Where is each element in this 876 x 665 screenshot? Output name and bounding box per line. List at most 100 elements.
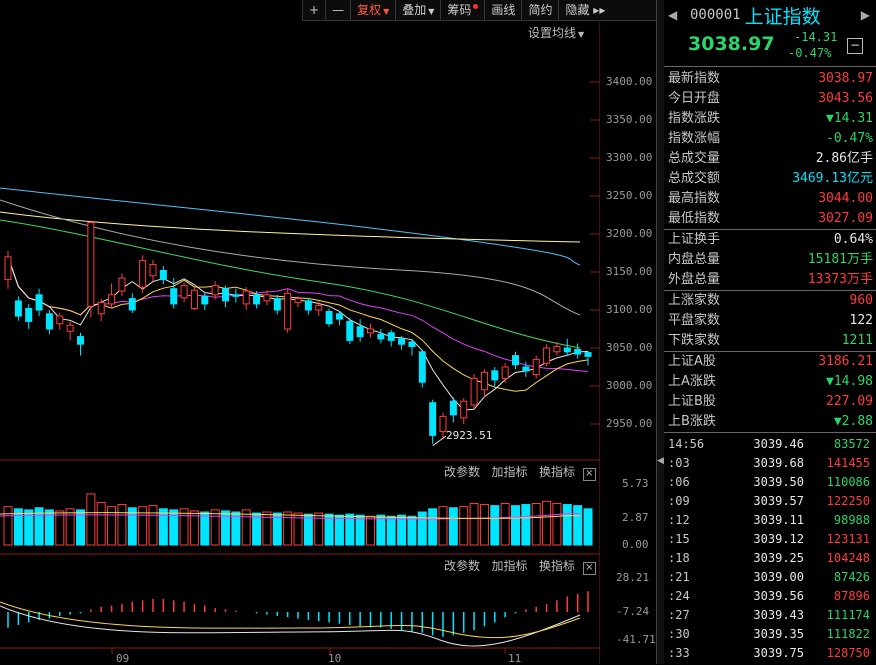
hide-label: 隐藏 (565, 3, 590, 17)
volume-add-indicator-button[interactable]: 加指标 (491, 465, 527, 479)
zoom-in-button[interactable]: + (302, 0, 325, 20)
tick-row[interactable]: :09 3039.57 122250 (664, 492, 876, 511)
quote-label: 指数涨幅 (668, 131, 721, 146)
y-axis-tick-label: 3300.00 (606, 151, 653, 164)
close-icon[interactable]: × (582, 468, 596, 481)
x-axis-label-oct: 10 (328, 652, 342, 665)
quote-label: 上B涨跌 (668, 414, 716, 429)
volume-bar (158, 508, 168, 546)
tick-row[interactable]: :12 3039.11 98988 (664, 511, 876, 530)
volume-param-button[interactable]: 改参数 (444, 465, 480, 479)
quote-row: 上涨家数 960 (664, 291, 876, 311)
quote-value: 3043.56 (818, 91, 873, 106)
tick-row[interactable]: :30 3039.35 111822 (664, 625, 876, 644)
volume-bar (531, 502, 541, 546)
volume-bar (148, 505, 158, 546)
ma-setting-label: 设置均线 (528, 26, 577, 40)
toggle-minimize-button[interactable]: − (847, 38, 863, 54)
tick-row[interactable]: :03 3039.68 141455 (664, 454, 876, 473)
tick-row[interactable]: :06 3039.50 110086 (664, 473, 876, 492)
volume-bar (200, 511, 210, 546)
collapse-arrow-icon[interactable]: ◀ (657, 454, 664, 468)
tick-row[interactable]: :15 3039.12 123131 (664, 530, 876, 549)
ma-setting-button[interactable]: 设置均线 ▼ (528, 24, 584, 41)
volume-bar (448, 507, 458, 546)
candle-body (232, 294, 240, 297)
quote-value: ▼14.98 (826, 374, 873, 389)
tick-row[interactable]: 14:56 3039.46 83572 (664, 435, 876, 454)
fuquan-button[interactable]: 复权 ▼ (350, 0, 395, 20)
volume-bar (13, 508, 23, 546)
draw-line-button[interactable]: 画线 (484, 0, 521, 20)
y-axis-tick-label: 5.73 (622, 477, 649, 490)
volume-bar (376, 514, 386, 546)
quote-value: ▼14.31 (826, 111, 873, 126)
y-axis-tick-label: 3200.00 (606, 227, 653, 240)
next-security-icon[interactable]: ▶ (861, 8, 870, 22)
tick-list[interactable]: 14:56 3039.46 83572:03 3039.68 141455:06 3039… (664, 432, 876, 663)
volume-bar (573, 505, 583, 546)
quote-row: 上证换手 0.64% (664, 230, 876, 250)
quote-value: 227.09 (826, 394, 873, 409)
macd-param-button[interactable]: 改参数 (444, 559, 480, 573)
quote-row: 总成交额 3469.13亿元 (664, 169, 876, 189)
quote-row: 上证A股 3186.21 (664, 352, 876, 372)
volume-switch-indicator-button[interactable]: 换指标 (539, 465, 575, 479)
tick-row[interactable]: :27 3039.43 111174 (664, 606, 876, 625)
candle-body (211, 285, 219, 296)
volume-bar (169, 509, 179, 546)
quote-label: 最新指数 (668, 71, 721, 86)
macd-switch-indicator-button[interactable]: 换指标 (539, 559, 575, 573)
candle-body (139, 260, 147, 288)
tick-row[interactable]: :24 3039.56 87896 (664, 587, 876, 606)
notification-dot-icon (473, 4, 479, 9)
y-axis-tick-label: 3150.00 (606, 265, 653, 278)
candle-body (563, 347, 571, 353)
chip-button[interactable]: 筹码 (440, 0, 484, 20)
volume-bar (562, 504, 572, 546)
y-axis-tick-label: -7.24 (616, 605, 650, 618)
quote-value: 960 (849, 293, 873, 308)
y-axis-tick-label: 3350.00 (606, 113, 653, 126)
close-icon[interactable]: × (582, 562, 596, 575)
quote-row: 指数涨跌 ▼14.31 (664, 109, 876, 129)
candle-body (449, 400, 457, 416)
tick-volume: 141455 (826, 456, 870, 470)
candle-body (180, 285, 188, 299)
volume-bar (490, 505, 500, 546)
quote-value: 13373万手 (807, 272, 873, 287)
candle-body (108, 294, 116, 305)
candle-body (480, 371, 488, 391)
tick-row[interactable]: :33 3039.75 128750 (664, 644, 876, 663)
candle-body (56, 315, 64, 325)
candle-body (273, 298, 281, 311)
candle-body (346, 320, 354, 341)
hide-button[interactable]: 隐藏 ▸▸ (558, 0, 611, 20)
candle-body (263, 294, 271, 302)
quote-label: 上涨家数 (668, 293, 721, 308)
candle-body (491, 370, 499, 381)
volume-bar (479, 504, 489, 546)
quote-label: 外盘总量 (668, 272, 721, 287)
y-axis-tick-label: 2950.00 (606, 417, 653, 430)
simple-mode-button[interactable]: 简约 (521, 0, 558, 20)
quote-label: 总成交量 (668, 151, 721, 166)
quote-row: 最新指数 3038.97 (664, 69, 876, 89)
quote-header: ◀ 000001 上证指数 ▶ (664, 0, 876, 30)
tick-price: 3039.56 (753, 589, 804, 603)
candle-body (532, 358, 540, 376)
prev-security-icon[interactable]: ◀ (668, 8, 690, 22)
candle-body (201, 295, 209, 305)
tick-volume: 87896 (833, 589, 870, 603)
x-axis-label-sep: 09 (116, 652, 130, 665)
tick-row[interactable]: :21 3039.00 87426 (664, 568, 876, 587)
y-axis-tick-label: 0.00 (622, 538, 649, 551)
macd-add-indicator-button[interactable]: 加指标 (491, 559, 527, 573)
zoom-out-button[interactable]: — (325, 0, 350, 20)
candle-body (45, 313, 53, 330)
overlay-button[interactable]: 叠加 ▼ (395, 0, 440, 20)
quote-label: 下跌家数 (668, 333, 721, 348)
tick-price: 3039.50 (753, 475, 804, 489)
chart-toolbar: + — 复权 ▼ 叠加 ▼ 筹码 画线 简约 隐藏 ▸▸ (302, 0, 656, 21)
tick-row[interactable]: :18 3039.25 104248 (664, 549, 876, 568)
